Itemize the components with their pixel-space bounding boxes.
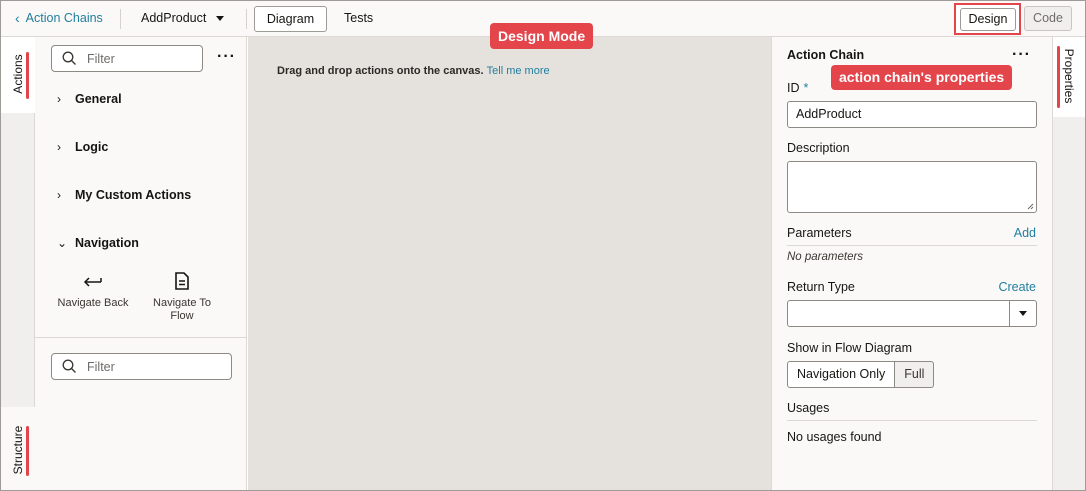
- back-to-action-chains-link[interactable]: ‹ Action Chains: [15, 11, 103, 25]
- action-navigate-to-flow[interactable]: Navigate To Flow: [145, 271, 219, 323]
- caret-down-icon: [1019, 311, 1027, 316]
- description-field[interactable]: [787, 161, 1037, 213]
- add-parameter-link[interactable]: Add: [1014, 226, 1036, 240]
- parameters-label: Parameters: [787, 226, 852, 240]
- usages-label: Usages: [787, 401, 830, 415]
- design-mode-button[interactable]: Design: [960, 8, 1016, 31]
- rail-tab-actions[interactable]: Actions: [1, 37, 35, 113]
- search-icon: [62, 51, 76, 65]
- right-rail: Properties: [1052, 37, 1085, 490]
- canvas-hint: Drag and drop actions onto the canvas. T…: [277, 65, 550, 77]
- left-rail: Actions Structure: [1, 37, 35, 490]
- category-label: Navigation: [75, 236, 139, 250]
- search-icon: [62, 359, 76, 373]
- diagram-canvas[interactable]: Drag and drop actions onto the canvas. T…: [248, 37, 771, 490]
- filter-placeholder: Filter: [87, 359, 115, 374]
- rail-tab-structure[interactable]: Structure: [1, 407, 35, 490]
- usages-empty-text: No usages found: [787, 430, 882, 444]
- properties-more-button[interactable]: ···: [1012, 46, 1031, 64]
- tab-tests[interactable]: Tests: [344, 11, 373, 25]
- design-mode-callout: Design Mode: [490, 23, 594, 49]
- dropdown-button[interactable]: [1009, 301, 1036, 326]
- category-label: Logic: [75, 140, 109, 154]
- rail-tab-properties-label: Properties: [1062, 48, 1076, 104]
- actions-filter-input[interactable]: Filter: [51, 45, 203, 72]
- actions-panel: Filter ··· › General › Logic › My Custom…: [35, 37, 247, 490]
- active-tab-indicator: [1057, 46, 1060, 108]
- divider: [246, 9, 247, 29]
- filter-placeholder: Filter: [87, 51, 115, 66]
- category-general[interactable]: › General: [57, 92, 122, 106]
- design-mode-highlight: Design: [954, 3, 1021, 35]
- category-my-custom-actions[interactable]: › My Custom Actions: [57, 188, 191, 202]
- actions-more-button[interactable]: ···: [217, 48, 236, 66]
- active-tab-indicator: [26, 52, 29, 99]
- divider: [120, 9, 121, 29]
- chevron-left-icon: ‹: [15, 10, 20, 26]
- show-in-flow-label: Show in Flow Diagram: [787, 341, 913, 355]
- id-label: ID *: [787, 81, 808, 95]
- create-return-type-link[interactable]: Create: [998, 280, 1036, 294]
- action-navigate-back[interactable]: Navigate Back: [49, 271, 137, 309]
- properties-title: Action Chain: [787, 48, 865, 62]
- divider: [787, 420, 1037, 421]
- canvas-hint-text: Drag and drop actions onto the canvas.: [277, 65, 484, 77]
- action-label: Navigate To Flow: [153, 297, 211, 322]
- chevron-right-icon: ›: [57, 188, 61, 202]
- category-navigation[interactable]: ⌄ Navigation: [57, 236, 139, 250]
- rail-tab-properties[interactable]: Properties: [1053, 37, 1085, 117]
- properties-callout: action chain's properties: [831, 65, 1013, 90]
- action-label: Navigate Back: [57, 297, 129, 309]
- parameters-empty-text: No parameters: [787, 251, 864, 263]
- caret-down-icon: [216, 15, 225, 21]
- navigation-only-option[interactable]: Navigation Only: [787, 361, 896, 388]
- chevron-right-icon: ›: [57, 92, 61, 106]
- flow-diagram-toggle: Navigation Only Full: [787, 361, 935, 388]
- resize-handle-icon[interactable]: [1027, 203, 1034, 210]
- divider: [787, 245, 1037, 246]
- document-icon: [175, 272, 189, 290]
- id-label-text: ID: [787, 81, 800, 95]
- full-option[interactable]: Full: [895, 361, 935, 388]
- window: ‹ Action Chains AddProduct Diagram Tests…: [0, 0, 1086, 491]
- chevron-down-icon: ⌄: [57, 236, 68, 250]
- panel-divider: [35, 337, 247, 338]
- category-label: My Custom Actions: [75, 188, 192, 202]
- return-type-label: Return Type: [787, 280, 855, 294]
- category-label: General: [75, 92, 122, 106]
- back-link-label: Action Chains: [25, 11, 103, 25]
- action-chain-selector[interactable]: AddProduct: [141, 11, 225, 25]
- required-marker: *: [803, 81, 809, 95]
- id-field[interactable]: AddProduct: [787, 101, 1037, 128]
- code-mode-button[interactable]: Code: [1024, 6, 1072, 31]
- tab-indicator: [26, 426, 29, 476]
- action-chain-name: AddProduct: [141, 11, 207, 25]
- description-label: Description: [787, 141, 850, 155]
- structure-filter-input[interactable]: Filter: [51, 353, 232, 380]
- rail-tab-structure-label: Structure: [11, 425, 25, 475]
- category-logic[interactable]: › Logic: [57, 140, 108, 154]
- properties-panel: Action Chain ··· ID * AddProduct Descript…: [771, 37, 1052, 490]
- return-type-select[interactable]: [787, 300, 1037, 327]
- rail-tab-actions-label: Actions: [11, 54, 25, 94]
- arrow-left-icon: [83, 277, 102, 287]
- chevron-right-icon: ›: [57, 140, 61, 154]
- tell-me-more-link[interactable]: Tell me more: [487, 65, 550, 77]
- tab-diagram[interactable]: Diagram: [254, 6, 327, 32]
